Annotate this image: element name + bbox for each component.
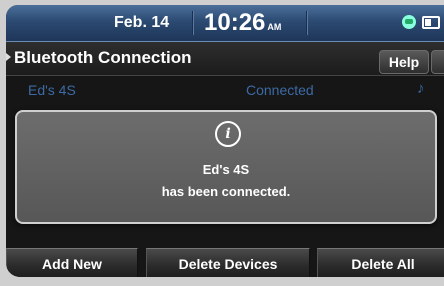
status-divider bbox=[192, 11, 193, 35]
phone-connected-icon bbox=[402, 15, 416, 29]
dialog-message-status: has been connected. bbox=[161, 184, 291, 199]
dialog-message-device: Ed's 4S bbox=[202, 162, 250, 177]
status-time: 10:26 AM bbox=[204, 9, 281, 37]
status-icons bbox=[402, 15, 440, 29]
title-bar: Bluetooth Connection Help bbox=[6, 42, 444, 76]
status-date: Feb. 14 bbox=[114, 14, 170, 31]
page-title: Bluetooth Connection bbox=[14, 48, 192, 67]
device-name: Ed's 4S bbox=[28, 82, 76, 98]
music-note-icon: ♪ bbox=[417, 80, 425, 97]
bottom-button-bar: Add New Delete Devices Delete All bbox=[6, 248, 444, 277]
delete-devices-button[interactable]: Delete Devices bbox=[146, 248, 310, 277]
device-status: Connected bbox=[246, 82, 314, 98]
extra-header-button[interactable] bbox=[431, 50, 444, 74]
display-screen: Feb. 14 10:26 AM Bluetooth Connection Hel… bbox=[6, 5, 444, 277]
connection-dialog: i Ed's 4S has been connected. bbox=[15, 110, 437, 224]
status-divider bbox=[306, 11, 307, 35]
status-ampm: AM bbox=[267, 22, 282, 32]
status-time-value: 10:26 bbox=[204, 9, 266, 36]
status-bar: Feb. 14 10:26 AM bbox=[6, 5, 444, 42]
battery-icon bbox=[422, 15, 440, 29]
delete-all-button[interactable]: Delete All bbox=[317, 248, 444, 277]
help-button[interactable]: Help bbox=[379, 50, 429, 74]
info-icon: i bbox=[215, 121, 241, 147]
device-list-item[interactable]: Ed's 4S Connected ♪ bbox=[6, 76, 444, 104]
add-new-button[interactable]: Add New bbox=[6, 248, 138, 277]
back-arrow-icon[interactable] bbox=[6, 53, 11, 61]
